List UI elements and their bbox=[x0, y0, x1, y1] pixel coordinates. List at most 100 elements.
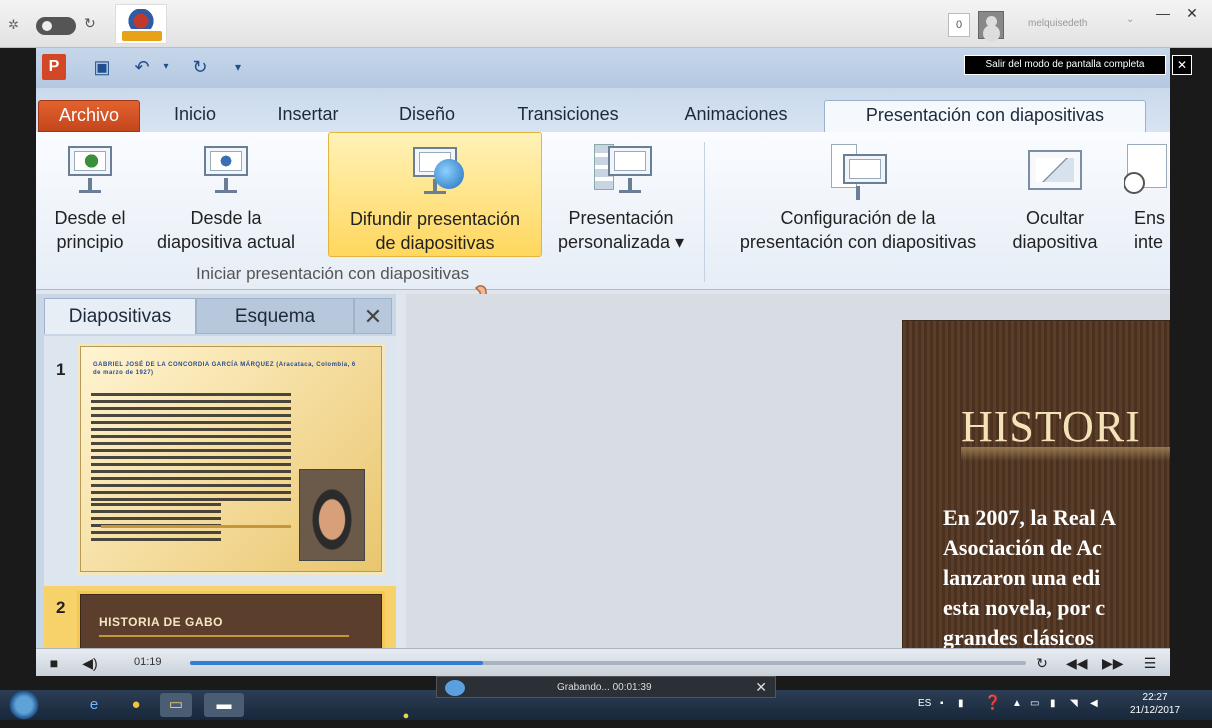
language-indicator[interactable]: ES bbox=[918, 698, 931, 709]
rehearse-button[interactable]: Ens inte bbox=[1124, 132, 1170, 257]
site-logo bbox=[115, 4, 167, 44]
taskbar-app-icon[interactable]: ▬ bbox=[204, 693, 244, 717]
chevron-down-icon[interactable]: ▾ bbox=[154, 56, 178, 78]
body-line: lanzaron una edi bbox=[943, 565, 1101, 590]
customize-icon[interactable]: ▾ bbox=[226, 56, 250, 78]
tab-presentacion[interactable]: Presentación con diapositivas bbox=[824, 100, 1146, 132]
slide-number: 2 bbox=[56, 598, 66, 617]
tab-insertar[interactable]: Insertar bbox=[260, 100, 356, 132]
setup-slideshow-button[interactable]: Configuración de la presentación con dia… bbox=[716, 132, 1000, 257]
toggle-switch[interactable] bbox=[36, 17, 76, 35]
powerpoint-logo[interactable]: P bbox=[42, 54, 66, 80]
stop-icon[interactable]: ■ bbox=[44, 653, 64, 673]
video-player-controls: ■ ◀) 01:19 ↻ ◀◀ ▶▶ ☰ bbox=[36, 648, 1170, 676]
start-button[interactable] bbox=[6, 690, 42, 720]
ribbon: Desde el principio Desde la diapositiva … bbox=[36, 132, 1170, 342]
volume-icon[interactable]: ◀) bbox=[80, 653, 100, 673]
flag-icon[interactable]: ▪ bbox=[940, 698, 944, 709]
chevron-down-icon[interactable]: ⌄ bbox=[1126, 14, 1134, 25]
video-letterbox-left bbox=[0, 48, 36, 648]
browser-toolbar: ✲ ↻ 0 melquisedeth ⌄ — ✕ bbox=[0, 0, 1212, 48]
wifi-icon[interactable]: ◥ bbox=[1070, 698, 1078, 709]
undo-icon[interactable]: ↶ bbox=[130, 56, 154, 78]
body-line: grandes clásicos bbox=[943, 625, 1094, 648]
button-label: Ens inte bbox=[1134, 208, 1166, 252]
setup-slideshow-icon bbox=[831, 144, 887, 200]
camera-icon[interactable]: ● bbox=[396, 704, 416, 722]
exit-fullscreen-button[interactable]: Salir del modo de pantalla completa bbox=[964, 55, 1166, 75]
help-icon[interactable]: ❓ bbox=[984, 694, 1001, 711]
close-icon[interactable]: ✕ bbox=[1172, 55, 1192, 75]
refresh-icon[interactable]: ↻ bbox=[84, 15, 96, 32]
notification-count[interactable]: 0 bbox=[948, 13, 970, 37]
button-label: Presentación personalizada ▾ bbox=[557, 208, 685, 252]
button-label: Ocultar diapositiva bbox=[1012, 208, 1098, 252]
monitor-icon[interactable]: ▭ bbox=[1030, 698, 1039, 709]
thumbnails-list: 1 GABRIEL JOSÉ DE LA CONCORDIA GARCÍA MÁ… bbox=[44, 336, 396, 648]
save-icon[interactable]: ▣ bbox=[90, 56, 114, 78]
fast-forward-icon[interactable]: ▶▶ bbox=[1102, 653, 1124, 673]
tab-diseno[interactable]: Diseño bbox=[382, 100, 472, 132]
button-label: Desde la diapositiva actual bbox=[156, 208, 296, 252]
action-center-icon[interactable]: ▮ bbox=[958, 698, 964, 709]
slide-number: 1 bbox=[56, 360, 66, 379]
thumbnail-photo bbox=[299, 469, 365, 561]
system-clock[interactable]: 22:27 21/12/2017 bbox=[1130, 691, 1180, 717]
seek-progress bbox=[190, 661, 483, 665]
group-label: Iniciar presentación con diapositivas bbox=[196, 264, 470, 283]
volume-icon[interactable]: ◀ bbox=[1090, 698, 1098, 709]
rewind-icon[interactable]: ◀◀ bbox=[1066, 653, 1088, 673]
current-time: 01:19 bbox=[134, 656, 162, 668]
clock-date: 21/12/2017 bbox=[1130, 705, 1181, 716]
settings-icon[interactable]: ✲ bbox=[8, 17, 19, 33]
close-icon[interactable]: ✕ bbox=[755, 679, 767, 696]
body-line: esta novela, por c bbox=[943, 595, 1106, 620]
body-line: Asociación de Ac bbox=[943, 535, 1102, 560]
folder-icon[interactable]: ▭ bbox=[160, 693, 192, 717]
close-icon[interactable]: ✕ bbox=[354, 298, 392, 334]
tab-animaciones[interactable]: Animaciones bbox=[670, 100, 802, 132]
ribbon-tabs: Archivo Inicio Insertar Diseño Transicio… bbox=[36, 88, 1170, 132]
loop-icon[interactable]: ↻ bbox=[1032, 653, 1052, 673]
thumbnail-title: GABRIEL JOSÉ DE LA CONCORDIA GARCÍA MÁRQ… bbox=[93, 362, 356, 376]
current-slide[interactable]: HISTORI En 2007, la Real A Asociación de… bbox=[902, 320, 1170, 648]
broadcast-globe-icon bbox=[408, 145, 464, 199]
tab-transiciones[interactable]: Transiciones bbox=[500, 100, 636, 132]
slide-thumbnail-1[interactable]: GABRIEL JOSÉ DE LA CONCORDIA GARCÍA MÁRQ… bbox=[80, 346, 382, 572]
tab-esquema[interactable]: Esquema bbox=[196, 298, 354, 334]
tab-inicio[interactable]: Inicio bbox=[154, 100, 236, 132]
hide-slide-icon bbox=[1028, 144, 1082, 198]
thumbnail-title: HISTORIA DE GABO bbox=[99, 615, 224, 629]
hide-slide-button[interactable]: Ocultar diapositiva bbox=[1000, 132, 1110, 257]
recorder-logo-icon bbox=[445, 680, 465, 696]
broadcast-button[interactable]: Difundir presentación de diapositivas bbox=[328, 132, 542, 257]
chrome-icon[interactable]: ● bbox=[120, 693, 152, 717]
button-label: Configuración de la presentación con dia… bbox=[739, 208, 977, 252]
tab-diapositivas[interactable]: Diapositivas bbox=[44, 298, 196, 334]
redo-icon[interactable]: ↻ bbox=[188, 56, 212, 78]
internet-explorer-icon[interactable]: e bbox=[78, 693, 110, 717]
seek-bar[interactable] bbox=[190, 661, 1026, 665]
title-reflection bbox=[961, 447, 1170, 461]
custom-show-button[interactable]: Presentación personalizada ▾ bbox=[546, 132, 696, 257]
from-beginning-button[interactable]: Desde el principio bbox=[42, 132, 138, 257]
tab-archivo[interactable]: Archivo bbox=[38, 100, 140, 132]
avatar[interactable] bbox=[978, 11, 1004, 39]
battery-icon[interactable]: ▮ bbox=[1050, 698, 1056, 709]
slideshow-current-icon bbox=[199, 144, 253, 198]
video-letterbox-right bbox=[1170, 48, 1212, 648]
thumbnail-divider bbox=[99, 635, 349, 637]
username[interactable]: melquisedeth bbox=[1028, 18, 1087, 29]
slide-thumbnail-2[interactable]: HISTORIA DE GABO bbox=[80, 594, 382, 648]
slides-panel: Diapositivas Esquema ✕ 1 GABRIEL JOSÉ DE… bbox=[36, 294, 396, 648]
from-current-button[interactable]: Desde la diapositiva actual bbox=[140, 132, 312, 257]
close-button[interactable]: ✕ bbox=[1178, 5, 1206, 25]
thumbnail-text bbox=[91, 393, 291, 503]
minimize-button[interactable]: — bbox=[1150, 5, 1176, 25]
thumbnail-text bbox=[91, 503, 221, 543]
network-icon[interactable]: ▲ bbox=[1012, 698, 1022, 709]
rehearse-timings-icon bbox=[1124, 144, 1170, 198]
playlist-icon[interactable]: ☰ bbox=[1140, 653, 1160, 673]
clock-time: 22:27 bbox=[1142, 692, 1168, 703]
recording-indicator: Grabando... 00:01:39 ✕ bbox=[436, 676, 776, 698]
